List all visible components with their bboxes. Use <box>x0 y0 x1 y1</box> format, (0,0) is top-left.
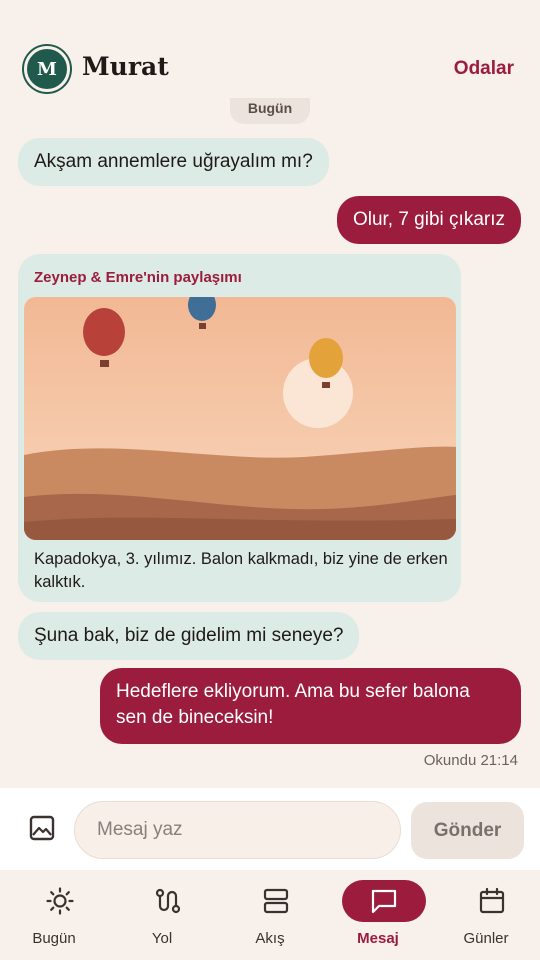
message-bubble-outgoing[interactable]: Olur, 7 gibi çıkarız <box>336 196 521 244</box>
nav-label: Bugün <box>32 930 76 947</box>
rooms-link[interactable]: Odalar <box>454 58 514 80</box>
message-input[interactable] <box>74 801 401 859</box>
nav-item-gunler[interactable]: Günler <box>432 870 540 960</box>
contact-name[interactable]: Murat <box>82 52 169 81</box>
shared-post-card[interactable]: Zeynep & Emre'nin paylaşımı Kapadokya, 3… <box>18 254 461 602</box>
sun-icon <box>18 880 102 922</box>
message-bubble-incoming[interactable]: Şuna bak, biz de gidelim mi seneye? <box>18 612 360 660</box>
nav-label: Günler <box>463 930 509 947</box>
avatar-initial: M <box>37 58 57 80</box>
feed-icon <box>234 880 318 922</box>
nav-item-yol[interactable]: Yol <box>108 870 216 960</box>
nav-item-akis[interactable]: Akış <box>216 870 324 960</box>
bottom-navigation: Bugün Yol Akış Mesaj Günler <box>0 870 540 960</box>
message-bubble-outgoing[interactable]: Hedeflere ekliyorum. Ama bu sefer balona… <box>100 668 521 744</box>
shared-post-image[interactable] <box>24 297 456 540</box>
send-button[interactable]: Gönder <box>411 802 524 859</box>
nav-label: Akış <box>255 930 285 947</box>
message-icon <box>342 880 426 922</box>
balloon-landscape-illustration <box>24 297 456 540</box>
calendar-icon <box>450 880 534 922</box>
date-chip: Bugün <box>230 98 310 124</box>
chat-header: M Murat Odalar <box>0 0 540 100</box>
nav-label: Yol <box>151 930 173 947</box>
read-receipt: Okundu 21:14 <box>423 752 518 769</box>
route-icon <box>126 880 210 922</box>
shared-post-caption: Kapadokya, 3. yılımız. Balon kalkmadı, b… <box>34 550 448 591</box>
shared-post-title: Zeynep & Emre'nin paylaşımı <box>34 269 242 286</box>
message-bubble-incoming[interactable]: Akşam annemlere uğrayalım mı? <box>18 138 329 186</box>
nav-item-mesaj[interactable]: Mesaj <box>324 870 432 960</box>
avatar[interactable]: M <box>24 46 70 92</box>
nav-label: Mesaj <box>357 930 399 947</box>
nav-item-bugun[interactable]: Bugün <box>0 870 108 960</box>
image-icon[interactable] <box>28 814 56 842</box>
